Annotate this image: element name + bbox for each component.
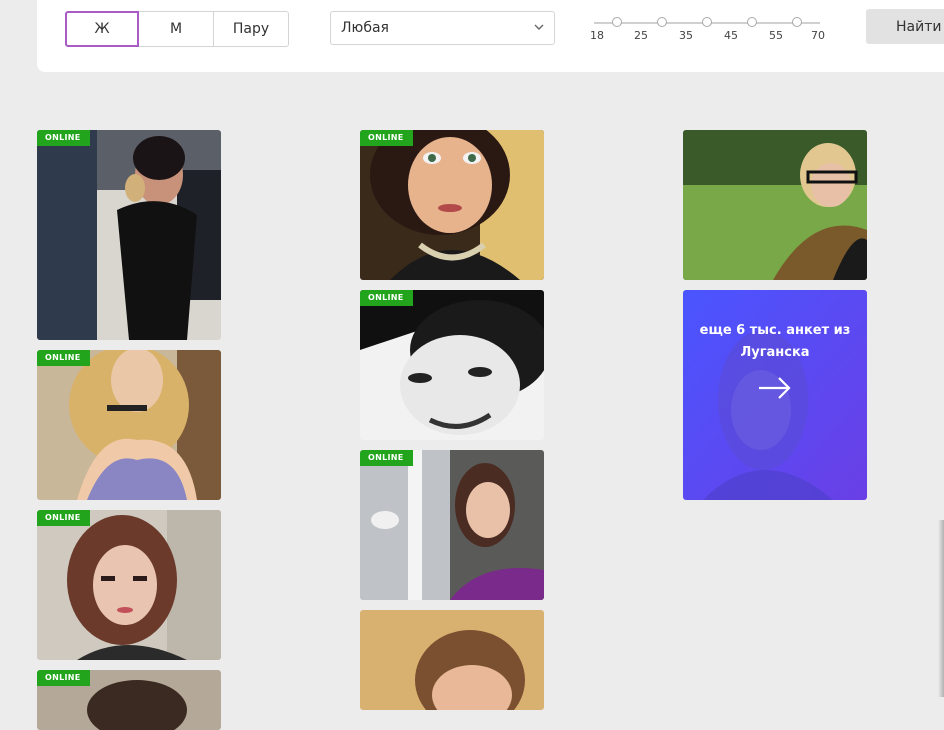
promo-line-1: еще 6 тыс. анкет из (699, 323, 851, 338)
promo-line-2: Луганска (740, 345, 810, 360)
profile-card[interactable] (360, 610, 544, 710)
online-badge: ONLINE (37, 130, 90, 146)
profile-photo (683, 130, 867, 280)
age-tick-label: 70 (811, 29, 825, 42)
online-badge: ONLINE (360, 450, 413, 466)
gender-male-button[interactable]: М (138, 11, 214, 47)
goal-select[interactable]: Любая (330, 11, 555, 45)
profile-card[interactable]: ONLINE (37, 350, 221, 500)
profile-card[interactable]: ONLINE (360, 290, 544, 440)
profile-card[interactable]: ONLINE (37, 670, 221, 730)
gender-toggle: Ж М Пару (65, 11, 289, 47)
age-tick-label: 35 (679, 29, 693, 42)
age-tick-label: 18 (590, 29, 604, 42)
profile-photo (360, 130, 544, 280)
profile-photo (37, 350, 221, 500)
online-badge: ONLINE (37, 350, 90, 366)
age-tick-label: 55 (769, 29, 783, 42)
find-button[interactable]: Найти (866, 9, 944, 44)
online-badge: ONLINE (37, 670, 90, 686)
gender-couple-button[interactable]: Пару (213, 11, 289, 47)
slider-knob[interactable] (612, 17, 622, 27)
profile-photo (37, 510, 221, 660)
slider-knob[interactable] (792, 17, 802, 27)
gender-female-button[interactable]: Ж (65, 11, 139, 47)
goal-select-value: Любая (341, 20, 389, 36)
age-range-slider[interactable]: 18 25 35 45 55 70 (590, 14, 830, 46)
slider-knob[interactable] (657, 17, 667, 27)
profile-card[interactable]: ONLINE (360, 130, 544, 280)
promo-text: еще 6 тыс. анкет из Луганска (683, 320, 867, 364)
online-badge: ONLINE (360, 130, 413, 146)
scroll-edge-shadow (938, 520, 944, 697)
profile-card[interactable] (683, 130, 867, 280)
arrow-right-icon (759, 377, 791, 399)
age-tick-label: 45 (724, 29, 738, 42)
slider-knob[interactable] (702, 17, 712, 27)
profile-card[interactable]: ONLINE (37, 130, 221, 340)
profile-photo (37, 130, 221, 340)
chevron-down-icon (534, 24, 544, 30)
profile-photo (360, 450, 544, 600)
online-badge: ONLINE (37, 510, 90, 526)
age-tick-label: 25 (634, 29, 648, 42)
profile-photo (360, 290, 544, 440)
slider-knob[interactable] (747, 17, 757, 27)
more-profiles-promo[interactable]: еще 6 тыс. анкет из Луганска (683, 290, 867, 500)
profile-card[interactable]: ONLINE (37, 510, 221, 660)
profile-photo (360, 610, 544, 710)
online-badge: ONLINE (360, 290, 413, 306)
profile-card[interactable]: ONLINE (360, 450, 544, 600)
